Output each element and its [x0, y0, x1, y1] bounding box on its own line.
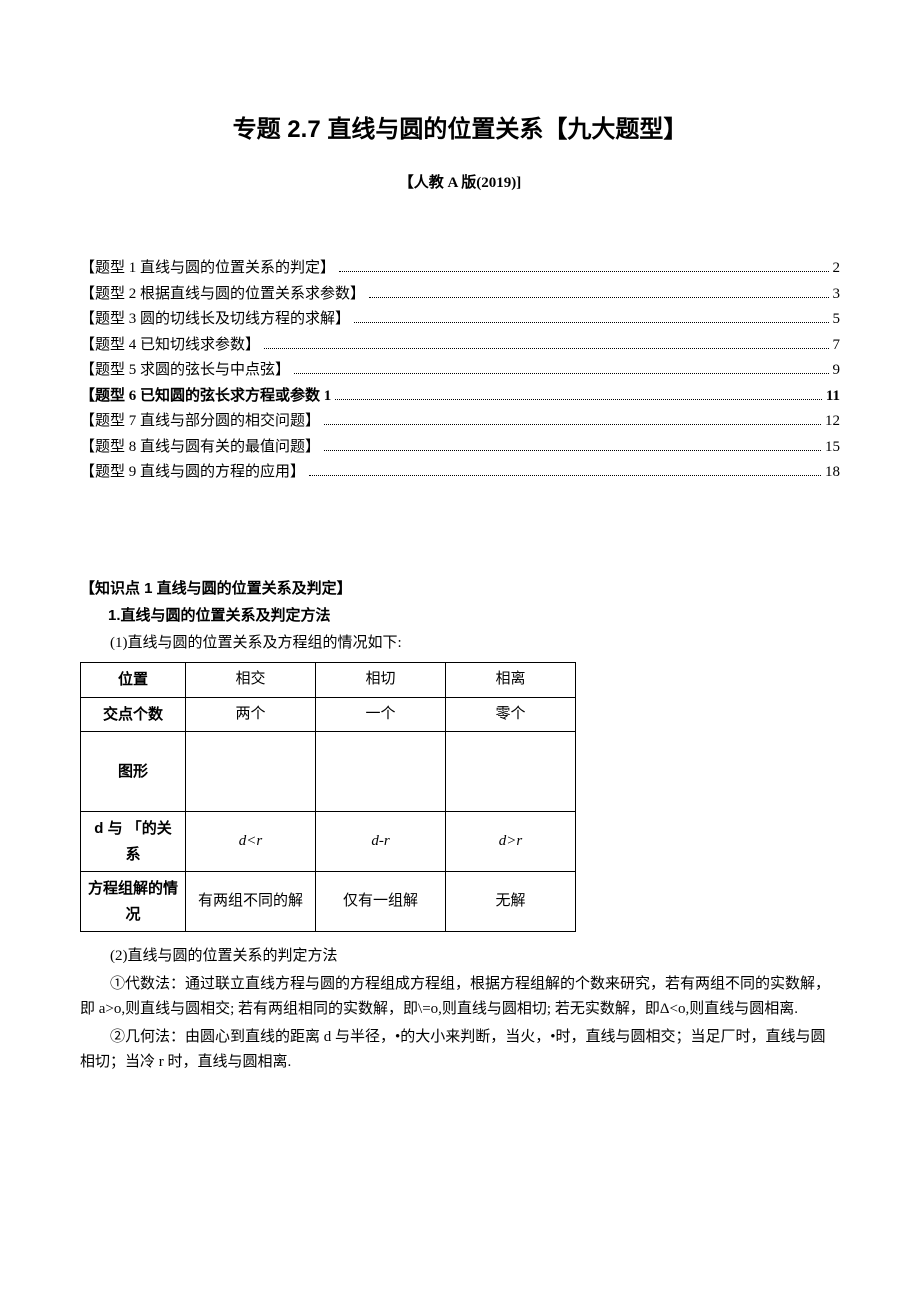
td: 无解: [446, 872, 576, 932]
td: 相离: [446, 663, 576, 698]
toc-item: 【题型 7 直线与部分圆的相交问题】 12: [80, 409, 840, 435]
toc-item: 【题型 9 直线与圆的方程的应用】 18: [80, 460, 840, 486]
td: d-r: [316, 812, 446, 872]
toc-item-page: 11: [826, 384, 840, 410]
toc-item-label: 【题型 8 直线与圆有关的最值问题】: [80, 435, 320, 461]
toc-dots: [309, 475, 821, 476]
toc-item-label: 【题型 7 直线与部分圆的相交问题】: [80, 409, 320, 435]
toc-item-page: 9: [833, 358, 841, 384]
th-figure: 图形: [81, 732, 186, 812]
toc-item-page: 3: [833, 282, 841, 308]
toc-dots: [335, 399, 822, 400]
th-relation: d 与 「的关系: [81, 812, 186, 872]
toc-item-page: 15: [825, 435, 840, 461]
toc-item-label: 【题型 1 直线与圆的位置关系的判定】: [80, 256, 335, 282]
td-figure: [446, 732, 576, 812]
page-title: 专题 2.7 直线与圆的位置关系【九大题型】: [80, 110, 840, 151]
toc-dots: [369, 297, 828, 298]
toc-item: 【题型 6 已知圆的弦长求方程或参数 1 11: [80, 384, 840, 410]
toc-item-label: 【题型 6 已知圆的弦长求方程或参数 1: [80, 384, 331, 410]
td: 两个: [186, 697, 316, 732]
toc-dots: [354, 322, 828, 323]
th-position: 位置: [81, 663, 186, 698]
toc-item: 【题型 4 已知切线求参数】 7: [80, 333, 840, 359]
toc-dots: [339, 271, 828, 272]
toc-dots: [264, 348, 828, 349]
th-count: 交点个数: [81, 697, 186, 732]
toc-dots: [294, 373, 828, 374]
td: 有两组不同的解: [186, 872, 316, 932]
toc-item-page: 5: [833, 307, 841, 333]
td: 仅有一组解: [316, 872, 446, 932]
toc-item: 【题型 5 求圆的弦长与中点弦】 9: [80, 358, 840, 384]
td: 相切: [316, 663, 446, 698]
toc-item-page: 2: [833, 256, 841, 282]
toc-item-page: 7: [833, 333, 841, 359]
toc-dots: [324, 424, 821, 425]
knowledge-point-heading: 【知识点 1 直线与圆的位置关系及判定】: [80, 576, 840, 602]
toc-item: 【题型 1 直线与圆的位置关系的判定】 2: [80, 256, 840, 282]
toc-item: 【题型 8 直线与圆有关的最值问题】 15: [80, 435, 840, 461]
td: d>r: [446, 812, 576, 872]
td: 一个: [316, 697, 446, 732]
page-subtitle: 【人教 A 版(2019)]: [80, 171, 840, 197]
td: 相交: [186, 663, 316, 698]
table-of-contents: 【题型 1 直线与圆的位置关系的判定】2【题型 2 根据直线与圆的位置关系求参数…: [80, 256, 840, 486]
body-paragraph: ①代数法：通过联立直线方程与圆的方程组成方程组，根据方程组解的个数来研究，若有两…: [80, 972, 840, 1023]
th-solutions: 方程组解的情况: [81, 872, 186, 932]
toc-item: 【题型 2 根据直线与圆的位置关系求参数】 3: [80, 282, 840, 308]
toc-item-label: 【题型 3 圆的切线长及切线方程的求解】: [80, 307, 350, 333]
body-paragraph: (2)直线与圆的位置关系的判定方法: [80, 944, 840, 970]
toc-item-label: 【题型 9 直线与圆的方程的应用】: [80, 460, 305, 486]
toc-item-label: 【题型 2 根据直线与圆的位置关系求参数】: [80, 282, 365, 308]
toc-item-page: 12: [825, 409, 840, 435]
toc-item-label: 【题型 5 求圆的弦长与中点弦】: [80, 358, 290, 384]
td-figure: [186, 732, 316, 812]
body-paragraph: ②几何法：由圆心到直线的距离 d 与半径，•的大小来判断，当火，•时，直线与圆相…: [80, 1025, 840, 1076]
td-figure: [316, 732, 446, 812]
toc-item-page: 18: [825, 460, 840, 486]
toc-item: 【题型 3 圆的切线长及切线方程的求解】 5: [80, 307, 840, 333]
td: 零个: [446, 697, 576, 732]
td: d<r: [186, 812, 316, 872]
toc-dots: [324, 450, 821, 451]
relation-table: 位置 相交 相切 相离 交点个数 两个 一个 零个 图形 d 与 「的关系 d<…: [80, 662, 576, 932]
toc-item-label: 【题型 4 已知切线求参数】: [80, 333, 260, 359]
subsection-heading: 1.直线与圆的位置关系及判定方法: [80, 603, 840, 629]
intro-paragraph: (1)直线与圆的位置关系及方程组的情况如下:: [80, 631, 840, 657]
